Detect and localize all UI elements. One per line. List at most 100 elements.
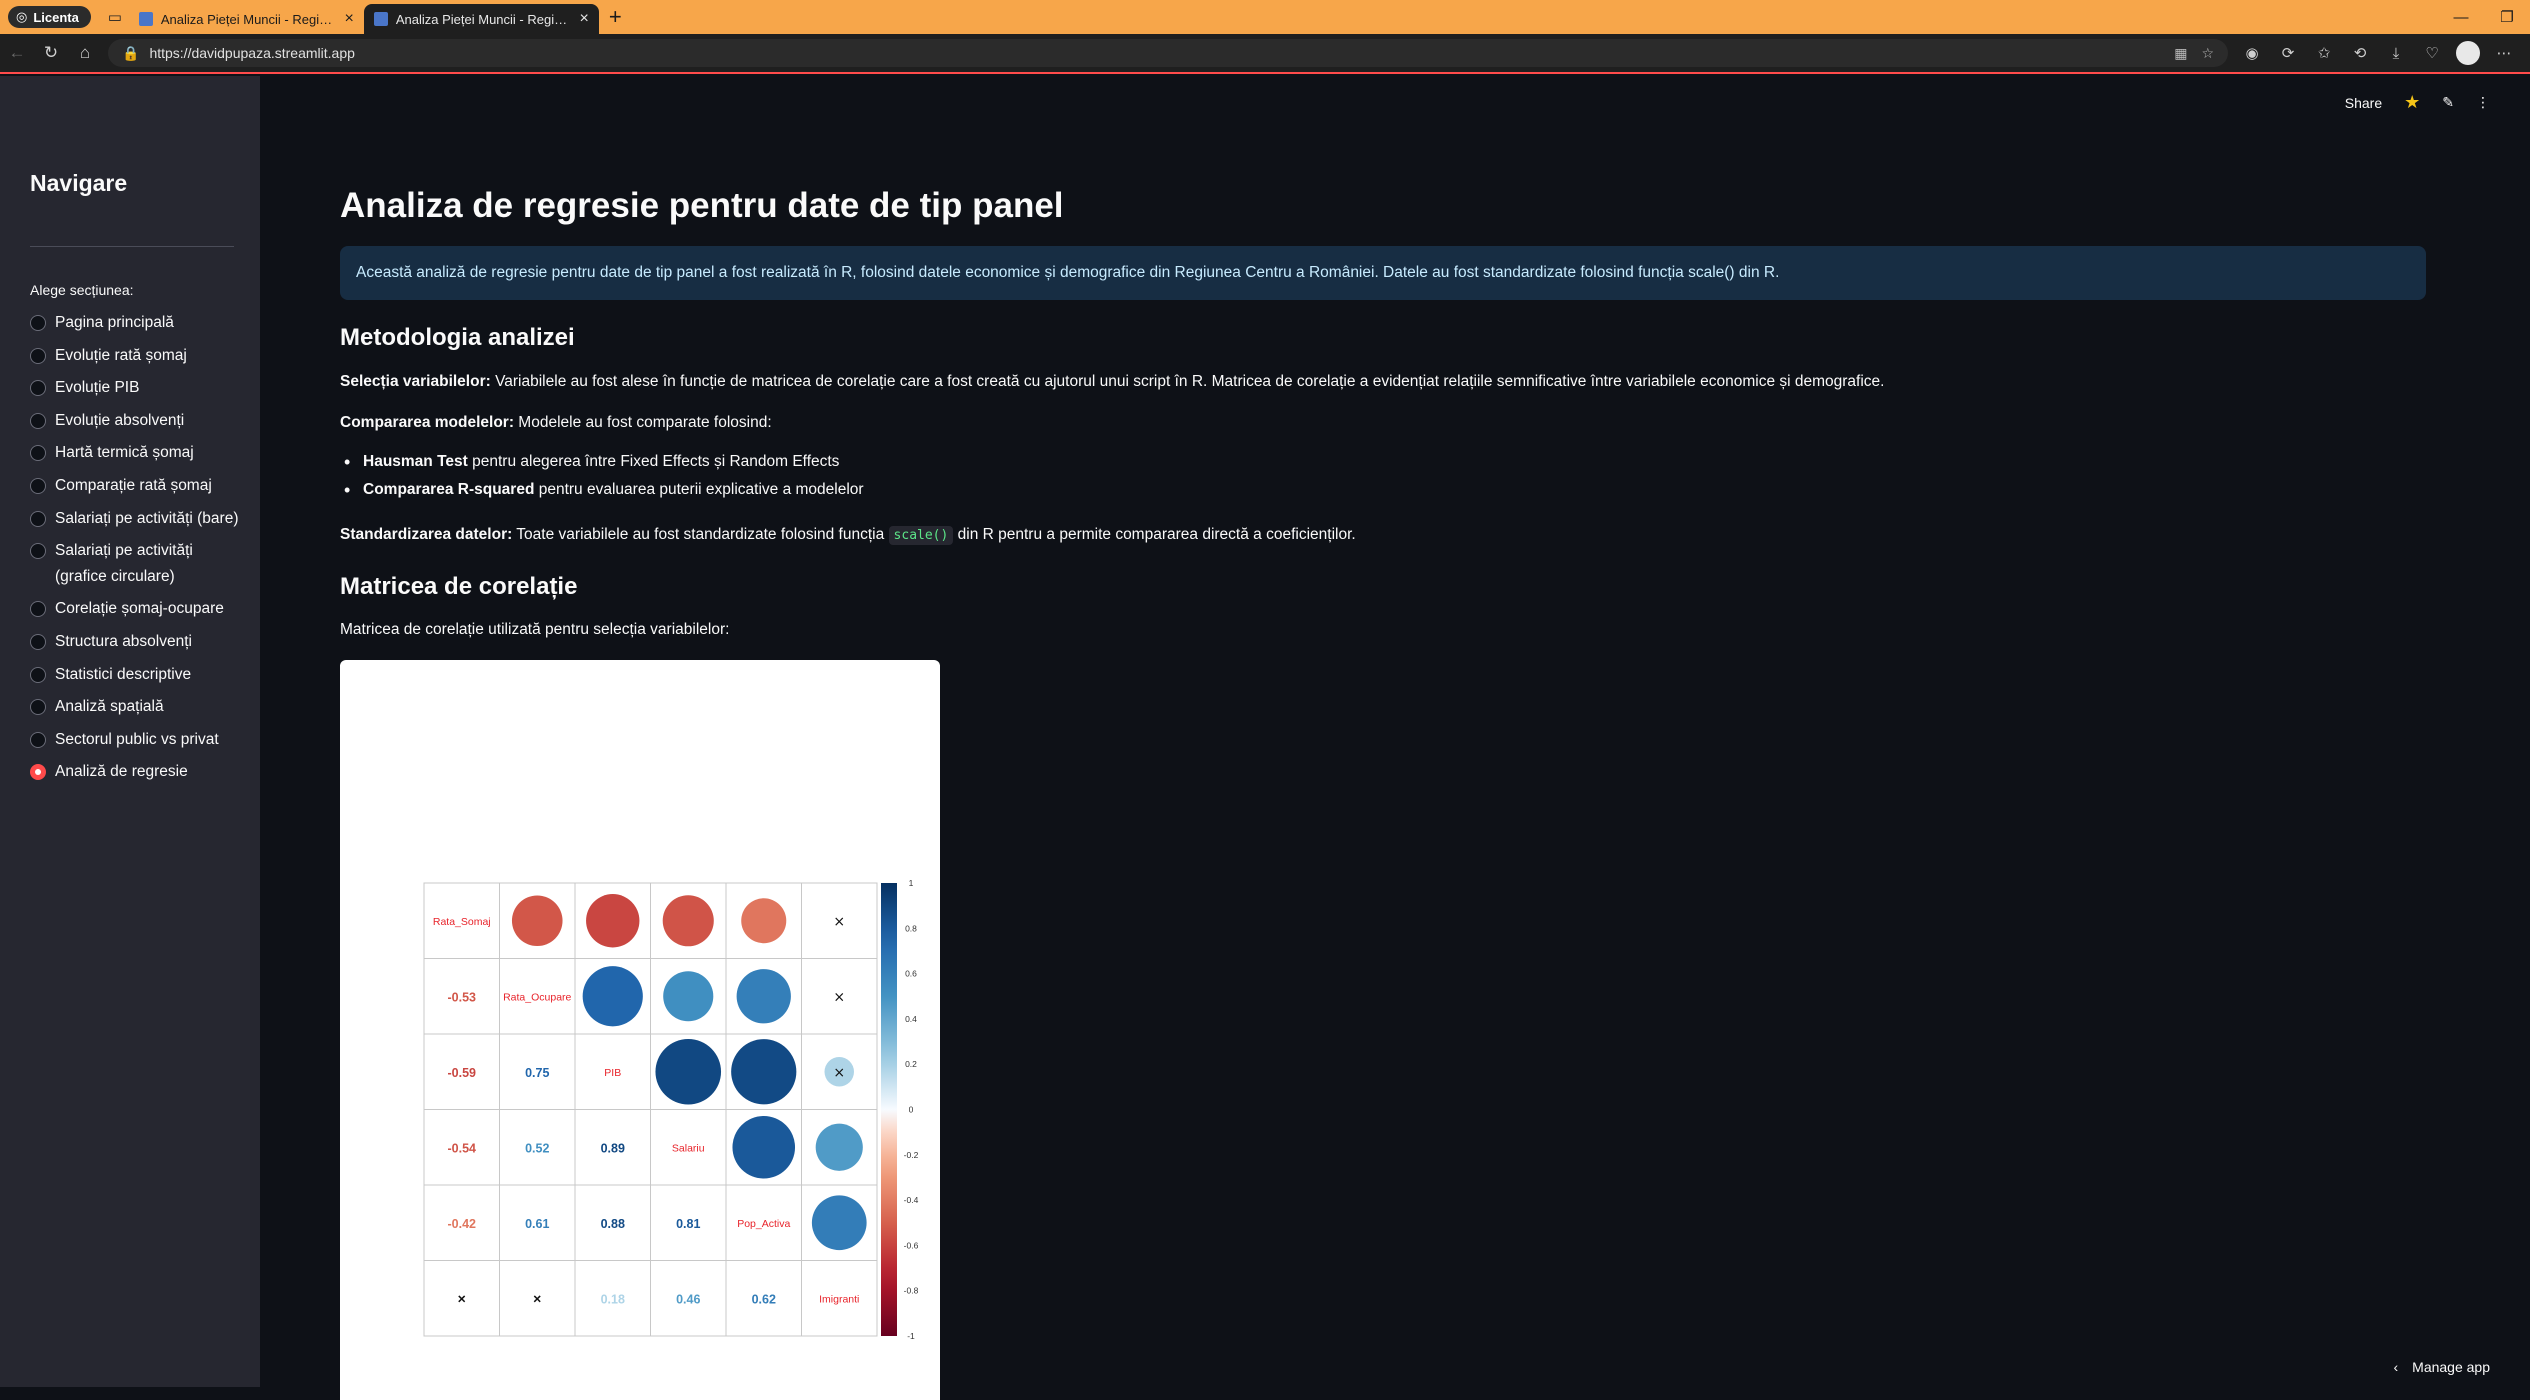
sidebar: Navigare Alege secțiunea: Pagina princip…	[0, 76, 260, 1387]
close-tab-icon[interactable]: ×	[580, 10, 589, 28]
correlation-circle	[816, 1124, 863, 1171]
browser-tab-bar: ◎ Licenta ▭ Analiza Pieței Muncii - Regi…	[0, 0, 2530, 34]
compare-paragraph: Compararea modelelor: Modelele au fost c…	[340, 414, 772, 432]
compare-text: Modelele au fost comparate folosind:	[514, 414, 772, 431]
correlation-value-label: 0.75	[525, 1066, 549, 1080]
sidebar-radio-item[interactable]: Statistici descriptive	[30, 662, 240, 688]
sidebar-radio-item[interactable]: Salariați pe activități (bare)	[30, 506, 240, 532]
sidebar-radio-item[interactable]: Evoluție absolvenți	[30, 408, 240, 434]
correlation-value-label: 0.89	[601, 1141, 625, 1155]
url-field[interactable]: 🔒 https://davidpupaza.streamlit.app ▦ ☆	[108, 39, 2228, 67]
radio-item-label: Evoluție absolvenți	[55, 408, 184, 434]
insignificant-cross-mark: ×	[833, 989, 845, 1005]
radio-button-icon[interactable]	[30, 380, 46, 396]
back-icon[interactable]: ←	[0, 36, 34, 70]
chevron-left-icon: ‹	[2393, 1359, 2398, 1375]
colorbar-tick-label: 0.4	[905, 1014, 917, 1024]
std-text-1: Toate variabilele au fost standardizate …	[512, 526, 888, 543]
sidebar-radio-item[interactable]: Evoluție rată șomaj	[30, 343, 240, 369]
sidebar-radio-item[interactable]: Hartă termică șomaj	[30, 440, 240, 466]
extension-icon[interactable]: ◉	[2234, 36, 2270, 70]
sidebar-divider	[30, 246, 234, 247]
radio-button-icon[interactable]	[30, 764, 46, 780]
profile-button[interactable]: ◎ Licenta	[8, 6, 91, 28]
correlation-circle	[663, 971, 713, 1021]
correlation-value-label: 0.18	[601, 1292, 625, 1306]
radio-button-icon[interactable]	[30, 413, 46, 429]
selection-text: Variabilele au fost alese în funcție de …	[491, 373, 1885, 390]
browser-tab-1[interactable]: Analiza Pieței Muncii - Regiunea Centru …	[129, 4, 364, 34]
sidebar-radio-item[interactable]: Pagina principală	[30, 310, 240, 336]
history-icon[interactable]: ⟲	[2342, 36, 2378, 70]
sidebar-radio-item[interactable]: Sectorul public vs privat	[30, 727, 240, 753]
reload-icon[interactable]: ↻	[34, 36, 68, 70]
insignificant-cross-mark: ×	[533, 1290, 541, 1306]
colorbar	[881, 883, 897, 1336]
radio-button-icon[interactable]	[30, 478, 46, 494]
download-icon[interactable]: ⤓	[2378, 36, 2414, 70]
avatar[interactable]	[2456, 41, 2480, 65]
correlation-value-label: 0.88	[601, 1217, 625, 1231]
sidebar-radio-item[interactable]: Analiză spațială	[30, 694, 240, 720]
close-tab-icon[interactable]: ×	[345, 10, 354, 28]
radio-item-label: Structura absolvenți	[55, 629, 192, 655]
settings-sync-icon[interactable]: ⟳	[2270, 36, 2306, 70]
radio-item-label: Pagina principală	[55, 310, 174, 336]
radio-button-icon[interactable]	[30, 601, 46, 617]
correlation-value-label: -0.54	[448, 1141, 477, 1155]
correlation-circle	[812, 1195, 867, 1250]
sidebar-radio-item[interactable]: Salariați pe activități (grafice circula…	[30, 538, 240, 589]
correlation-value-label: 0.61	[525, 1217, 549, 1231]
correlation-circle	[737, 969, 791, 1023]
colorbar-tick-label: 0.8	[905, 923, 917, 933]
radio-button-icon[interactable]	[30, 511, 46, 527]
radio-button-icon[interactable]	[30, 634, 46, 650]
colorbar-tick-label: 0.2	[905, 1059, 917, 1069]
std-text-2: din R pentru a permite compararea direct…	[953, 526, 1355, 543]
colorbar-tick-label: -0.8	[904, 1286, 919, 1296]
manage-app-button[interactable]: ‹ Manage app	[2393, 1359, 2490, 1375]
radio-button-icon[interactable]	[30, 445, 46, 461]
profile-icon: ◎	[16, 9, 27, 25]
restore-icon[interactable]: ❐	[2484, 0, 2530, 34]
radio-button-icon[interactable]	[30, 732, 46, 748]
new-tab-icon[interactable]: +	[609, 4, 622, 30]
sidebar-radio-item[interactable]: Evoluție PIB	[30, 375, 240, 401]
lock-icon: 🔒	[122, 45, 139, 62]
address-bar-row: ← ↻ ⌂ 🔒 https://davidpupaza.streamlit.ap…	[0, 34, 2530, 74]
correlation-value-label: 0.62	[752, 1292, 776, 1306]
home-icon[interactable]: ⌂	[68, 36, 102, 70]
browser-tab-2[interactable]: Analiza Pieței Muncii - Regiunea Centru …	[364, 4, 599, 34]
radio-button-icon[interactable]	[30, 348, 46, 364]
correlation-circle	[732, 1116, 795, 1179]
sidebar-radio-item[interactable]: Structura absolvenți	[30, 629, 240, 655]
health-icon[interactable]: ♡	[2414, 36, 2450, 70]
tab-label: Analiza Pieței Muncii - Regiunea Centru	[161, 12, 337, 27]
compare-bullet-list: Hausman Test pentru alegerea între Fixed…	[340, 453, 864, 509]
reader-icon[interactable]: ▦	[2174, 45, 2187, 62]
sidebar-radio-item[interactable]: Analiză de regresie	[30, 759, 240, 785]
correlation-circle	[512, 895, 563, 946]
radio-button-icon[interactable]	[30, 315, 46, 331]
favorites-icon[interactable]: ✩	[2306, 36, 2342, 70]
favorite-star-icon[interactable]: ☆	[2201, 45, 2214, 62]
radio-item-label: Evoluție rată șomaj	[55, 343, 187, 369]
correlation-circle	[663, 895, 714, 946]
main-menu-icon[interactable]: ⋮	[2476, 94, 2490, 111]
radio-item-label: Sectorul public vs privat	[55, 727, 219, 753]
radio-button-icon[interactable]	[30, 667, 46, 683]
insignificant-cross-mark: ×	[833, 914, 845, 930]
colorbar-tick-label: -1	[907, 1331, 915, 1341]
radio-item-label: Hartă termică șomaj	[55, 440, 194, 466]
info-text: Această analiză de regresie pentru date …	[356, 264, 1779, 282]
correlation-value-label: 0.46	[676, 1292, 700, 1306]
minimize-icon[interactable]: —	[2438, 0, 2484, 34]
tab-actions-icon[interactable]: ▭	[101, 3, 129, 31]
radio-button-icon[interactable]	[30, 543, 46, 559]
edit-icon[interactable]: ✎	[2442, 94, 2454, 111]
radio-button-icon[interactable]	[30, 699, 46, 715]
more-icon[interactable]: ⋯	[2486, 36, 2522, 70]
sidebar-radio-item[interactable]: Corelație șomaj-ocupare	[30, 596, 240, 622]
sidebar-radio-item[interactable]: Comparație rată șomaj	[30, 473, 240, 499]
bullet-bold: Hausman Test	[363, 453, 468, 470]
